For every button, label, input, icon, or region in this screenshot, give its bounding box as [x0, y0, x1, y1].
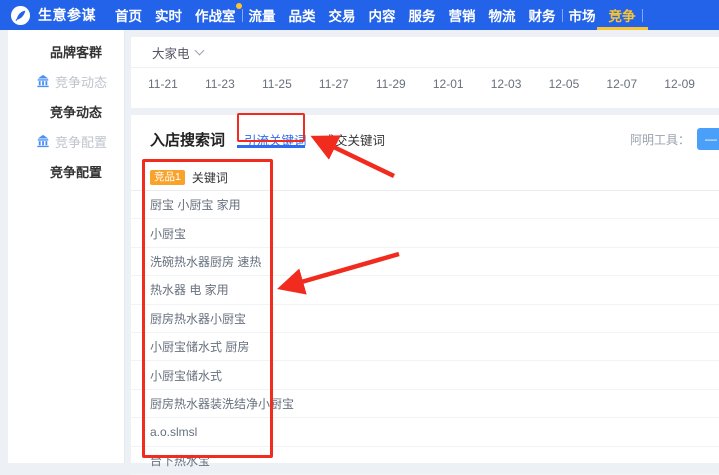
notification-dot	[235, 3, 242, 9]
keyword-row[interactable]: 小厨宝储水式	[131, 361, 719, 390]
building-icon	[36, 134, 50, 148]
keyword-row[interactable]: a.o.slmsl	[131, 418, 719, 447]
axis-date-label: 12-03	[490, 77, 522, 91]
keyword-row[interactable]: 小厨宝	[131, 219, 719, 248]
brand-name: 生意参谋	[38, 7, 96, 23]
axis-date-label: 11-23	[204, 77, 235, 91]
active-tab-underline	[237, 145, 305, 148]
competitor-badge: 竞品1	[150, 170, 185, 185]
top-nav: 生意参谋 首页 实时 作战室 流量 品类 交易 内容 服务 营销 物流 财务 市…	[0, 0, 719, 30]
tool-button[interactable]: —	[697, 128, 719, 150]
section-header: 入店搜索词 引流关键词 成交关键词 阿明工具： —	[131, 115, 719, 150]
nav-group-modules: 流量 品类 交易 内容 服务 营销 物流 财务	[249, 0, 556, 30]
trend-card: 大家电 11-21 11-23 11-25 11-27 11-29 12-01 …	[131, 37, 719, 108]
keyword-table-header: 竞品1 关键词	[131, 165, 719, 191]
sidebar-item[interactable]: 竞争配置	[8, 156, 124, 186]
chevron-down-icon	[194, 45, 204, 55]
nav-divider	[561, 8, 563, 22]
nav-item[interactable]: 竞争	[596, 0, 648, 30]
sidebar: 品牌客群 竞争动态 竞争动态 竞争配置 竞争配置	[8, 30, 125, 463]
tool-label: 阿明工具：	[629, 132, 690, 147]
brand[interactable]: 生意参谋	[0, 5, 115, 26]
axis-date-label: 12-01	[432, 77, 464, 91]
axis-date-label: 12-09	[664, 77, 695, 91]
nav-group-primary: 首页 实时 作战室	[115, 0, 242, 30]
keyword-row[interactable]: 小厨宝储水式 厨房	[131, 333, 719, 362]
nav-item[interactable]: 服务	[409, 0, 436, 30]
keyword-row[interactable]: 厨宝 小厨宝 家用	[131, 191, 719, 220]
nav-item[interactable]: 营销	[449, 0, 476, 30]
app-root: { "nav": { "brand": "生意参谋", "group1": [ …	[0, 0, 719, 475]
keyword-row[interactable]: 厨房热水器小厨宝	[131, 305, 719, 333]
chart-x-axis: 11-21 11-23 11-25 11-27 11-29 12-01 12-0…	[131, 68, 719, 91]
nav-item[interactable]: 市场	[569, 0, 596, 30]
nav-group-market: 市场 竞争	[569, 0, 648, 30]
keyword-table: 竞品1 关键词 厨宝 小厨宝 家用 小厨宝 洗碗热水器厨房 速热 热水器 电 家…	[131, 165, 719, 475]
nav-item[interactable]: 实时	[155, 0, 182, 30]
axis-date-label: 11-21	[148, 77, 178, 91]
nav-item[interactable]: 首页	[115, 0, 142, 30]
keywords-card: 入店搜索词 引流关键词 成交关键词 阿明工具： — 竞品1 关键词 厨宝 小厨宝…	[131, 115, 719, 475]
section-title: 入店搜索词	[150, 131, 226, 149]
keyword-row[interactable]: 台下热水宝	[131, 447, 719, 475]
logo-icon	[10, 5, 31, 26]
category-label: 大家电	[152, 46, 190, 61]
tool-area: 阿明工具： —	[630, 128, 719, 150]
nav-item[interactable]: 品类	[289, 0, 316, 30]
nav-item[interactable]: 财务	[529, 0, 556, 30]
nav-item[interactable]: 交易	[329, 0, 356, 30]
keyword-row[interactable]: 厨房热水器装洗结净小厨宝	[131, 390, 719, 419]
keyword-rows: 厨宝 小厨宝 家用 小厨宝 洗碗热水器厨房 速热 热水器 电 家用 厨房热水器小…	[131, 191, 719, 475]
axis-date-label: 11-27	[318, 77, 349, 91]
building-icon	[36, 74, 50, 88]
sidebar-item[interactable]: 竞争动态	[8, 96, 124, 126]
axis-date-label: 12-05	[548, 77, 580, 91]
nav-item[interactable]: 流量	[249, 0, 276, 30]
sidebar-item[interactable]: 竞争配置	[8, 126, 124, 156]
sidebar-item[interactable]: 品牌客群	[8, 36, 124, 66]
keyword-column-header: 关键词	[191, 171, 228, 185]
axis-date-label: 11-29	[375, 77, 406, 91]
keyword-row[interactable]: 洗碗热水器厨房 速热	[131, 248, 719, 277]
nav-divider	[241, 8, 243, 22]
keyword-row[interactable]: 热水器 电 家用	[131, 276, 719, 305]
nav-item[interactable]: 作战室	[195, 0, 242, 30]
keyword-tab[interactable]: 成交关键词	[323, 130, 386, 149]
axis-date-label: 12-07	[606, 77, 638, 91]
nav-item[interactable]: 物流	[489, 0, 516, 30]
axis-date-label: 11-25	[261, 77, 292, 91]
category-dropdown[interactable]: 大家电	[131, 37, 719, 68]
nav-divider	[641, 8, 643, 22]
nav-item[interactable]: 内容	[369, 0, 396, 30]
sidebar-item[interactable]: 竞争动态	[8, 66, 124, 96]
